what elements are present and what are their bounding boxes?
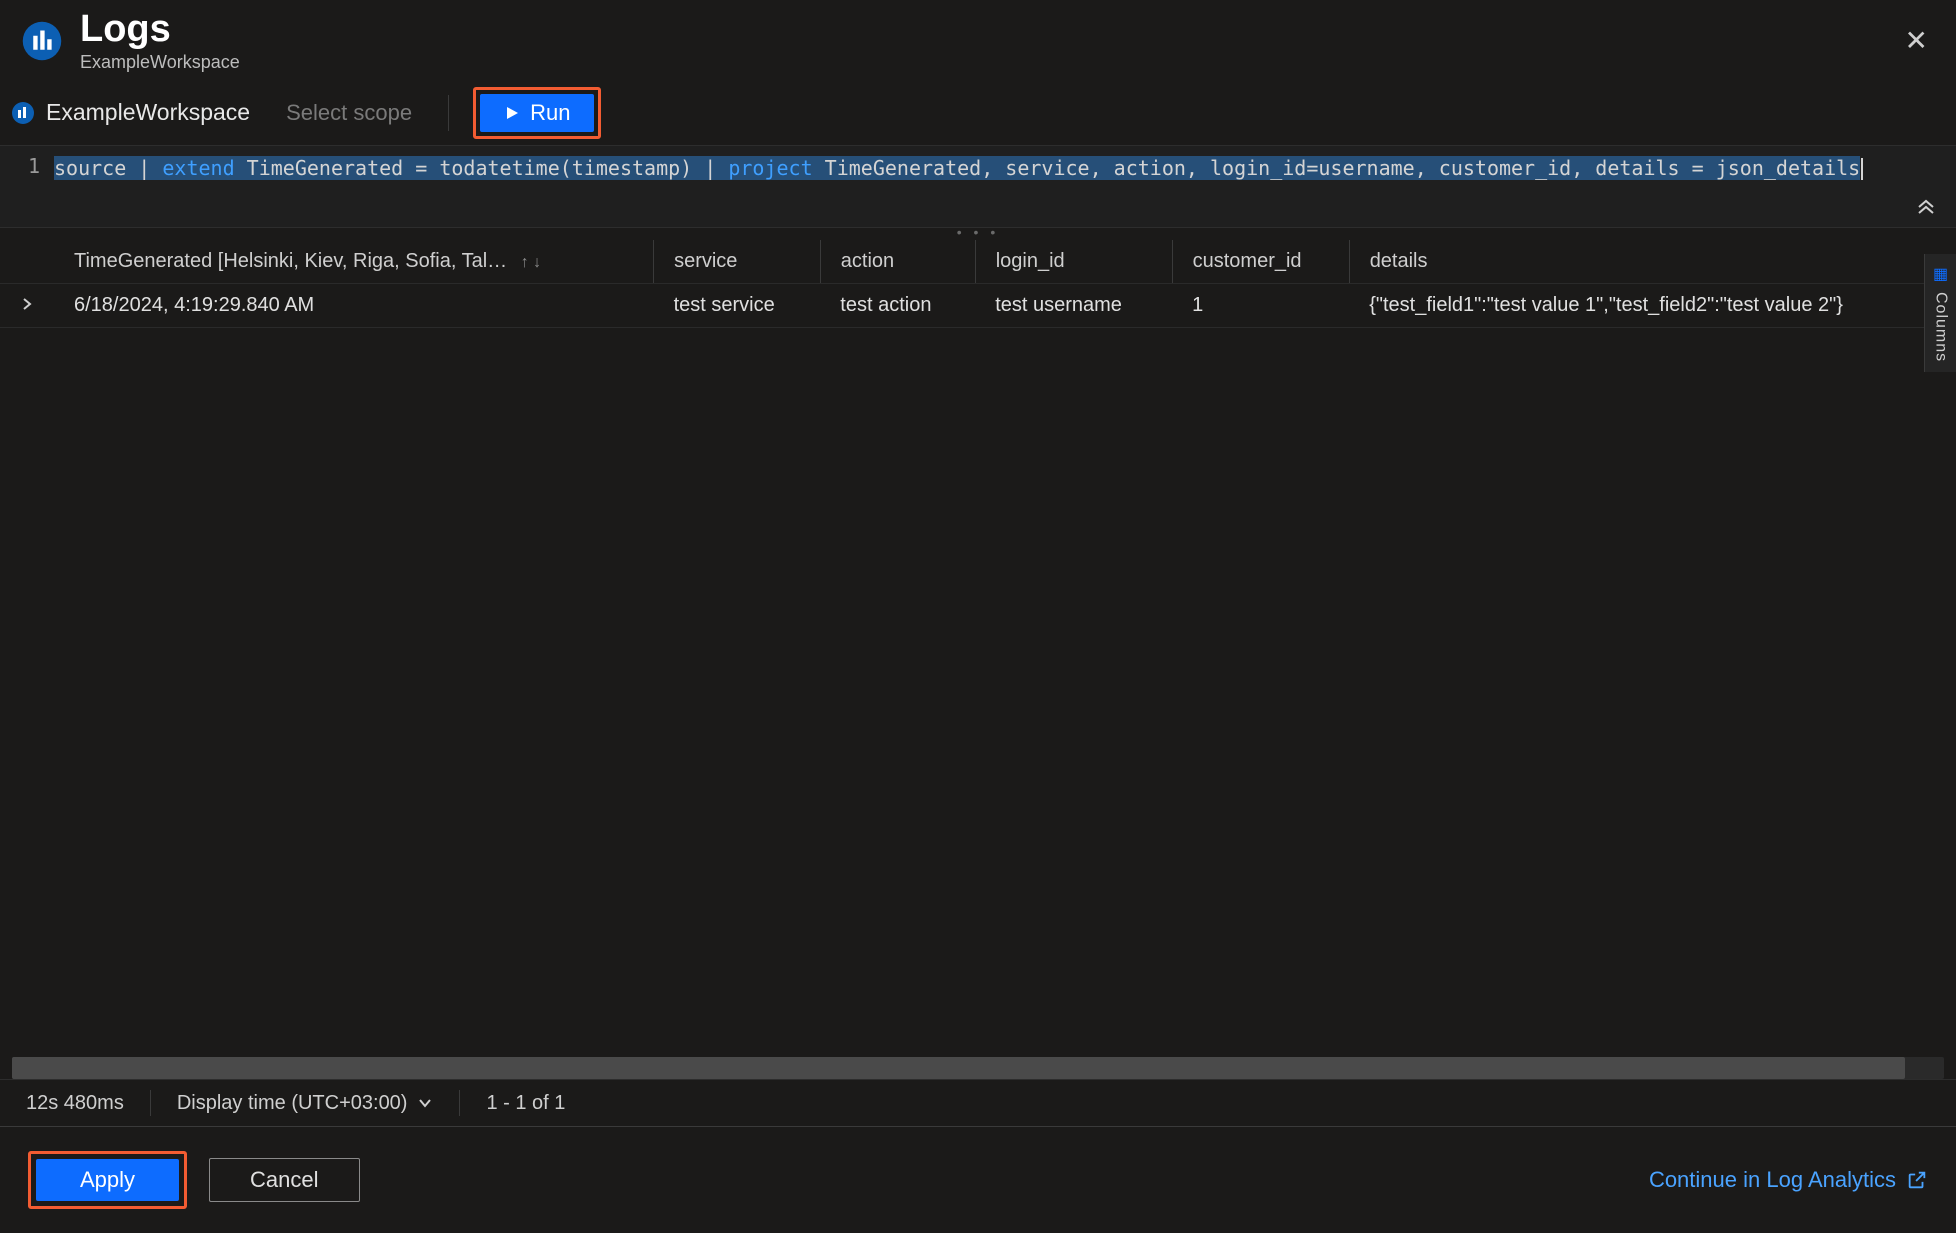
query-editor[interactable]: 1 source | extend TimeGenerated = todate…: [0, 146, 1956, 228]
header: Logs ExampleWorkspace ✕: [0, 0, 1956, 81]
result-pager: 1 - 1 of 1: [486, 1092, 565, 1115]
workspace-icon: [10, 100, 36, 126]
header-titles: Logs ExampleWorkspace: [80, 10, 240, 73]
query-timing: 12s 480ms: [26, 1092, 124, 1115]
page-subtitle: ExampleWorkspace: [80, 52, 240, 73]
columns-icon: ▦: [1933, 264, 1948, 284]
display-time-dropdown[interactable]: Display time (UTC+03:00): [177, 1092, 434, 1115]
col-action[interactable]: action: [820, 240, 975, 284]
workspace-name: ExampleWorkspace: [46, 99, 250, 126]
continue-log-analytics-link[interactable]: Continue in Log Analytics: [1649, 1167, 1928, 1193]
cell-login-id: test username: [975, 283, 1172, 327]
cell-action: test action: [820, 283, 975, 327]
results-body: TimeGenerated [Helsinki, Kiev, Riga, Sof…: [0, 240, 1956, 1057]
results-panel: TimeGenerated [Helsinki, Kiev, Riga, Sof…: [0, 240, 1956, 1126]
toolbar: ExampleWorkspace Select scope Run: [0, 81, 1956, 146]
display-time-label: Display time (UTC+03:00): [177, 1092, 408, 1115]
apply-button-highlight: Apply: [28, 1151, 187, 1209]
results-table: TimeGenerated [Helsinki, Kiev, Riga, Sof…: [0, 240, 1956, 328]
expand-row-icon[interactable]: [0, 283, 54, 327]
table-row[interactable]: 6/18/2024, 4:19:29.840 AM test service t…: [0, 283, 1956, 327]
workspace-selector[interactable]: ExampleWorkspace: [10, 99, 250, 126]
app-root: Logs ExampleWorkspace ✕ ExampleWorkspace…: [0, 0, 1956, 1233]
query-text[interactable]: source | extend TimeGenerated = todateti…: [54, 146, 1956, 227]
col-details[interactable]: details: [1349, 240, 1956, 284]
cell-customer-id: 1: [1172, 283, 1349, 327]
columns-panel-toggle[interactable]: ▦ Columns: [1924, 254, 1956, 372]
footer: Apply Cancel Continue in Log Analytics: [0, 1126, 1956, 1233]
select-scope-button[interactable]: Select scope: [274, 94, 424, 132]
expand-header: [0, 240, 54, 284]
col-service[interactable]: service: [654, 240, 821, 284]
columns-label: Columns: [1932, 292, 1950, 362]
close-icon[interactable]: ✕: [1897, 19, 1936, 63]
horizontal-scrollbar[interactable]: [12, 1057, 1944, 1079]
statusbar-separator-right: [459, 1090, 460, 1116]
cancel-button[interactable]: Cancel: [209, 1158, 359, 1202]
chevron-down-icon: [417, 1095, 433, 1111]
run-button[interactable]: Run: [480, 94, 594, 132]
toolbar-separator: [448, 95, 449, 131]
run-button-highlight: Run: [473, 87, 601, 139]
col-time-generated-label: TimeGenerated [Helsinki, Kiev, Riga, Sof…: [74, 250, 507, 272]
col-login-id[interactable]: login_id: [975, 240, 1172, 284]
continue-label: Continue in Log Analytics: [1649, 1167, 1896, 1193]
page-title: Logs: [80, 10, 240, 50]
resize-handle[interactable]: • • •: [0, 228, 1956, 240]
line-number-gutter: 1: [0, 146, 54, 227]
collapse-editor-icon[interactable]: [1916, 196, 1936, 221]
external-link-icon: [1906, 1169, 1928, 1191]
play-icon: [504, 105, 520, 121]
statusbar-separator: [150, 1090, 151, 1116]
apply-button[interactable]: Apply: [36, 1159, 179, 1201]
logs-product-icon: [20, 19, 64, 63]
cell-service: test service: [654, 283, 821, 327]
editor-line: 1 source | extend TimeGenerated = todate…: [0, 146, 1956, 227]
cell-details: {"test_field1":"test value 1","test_fiel…: [1349, 283, 1956, 327]
sort-icon[interactable]: ↑ ↓: [521, 254, 541, 272]
table-header-row: TimeGenerated [Helsinki, Kiev, Riga, Sof…: [0, 240, 1956, 284]
run-button-label: Run: [530, 100, 570, 126]
cell-time: 6/18/2024, 4:19:29.840 AM: [54, 283, 654, 327]
col-time-generated[interactable]: TimeGenerated [Helsinki, Kiev, Riga, Sof…: [54, 240, 654, 284]
col-customer-id[interactable]: customer_id: [1172, 240, 1349, 284]
status-bar: 12s 480ms Display time (UTC+03:00) 1 - 1…: [0, 1079, 1956, 1126]
